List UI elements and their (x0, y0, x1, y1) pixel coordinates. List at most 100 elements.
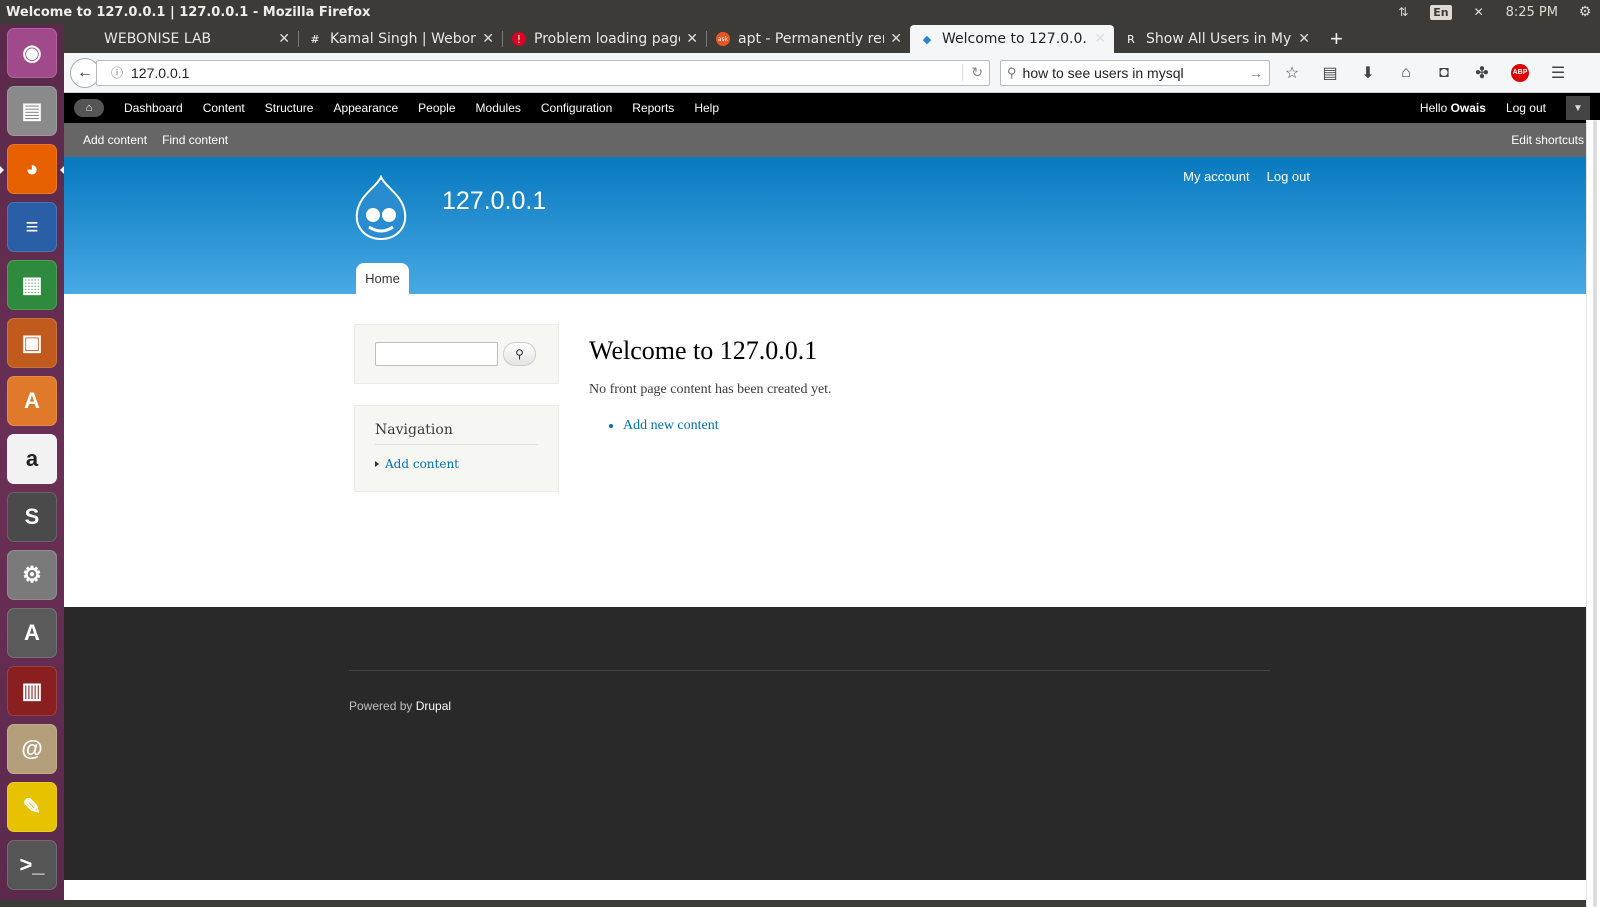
magnifier-icon: ⚲ (515, 347, 524, 361)
footer-divider (349, 670, 1270, 671)
tab-close-icon[interactable]: ✕ (1298, 31, 1310, 47)
browser-tab[interactable]: R Show All Users in MySQ ✕ (1114, 25, 1318, 53)
clock[interactable]: 8:25 PM (1506, 5, 1558, 20)
admin-menu-item[interactable]: Structure (265, 101, 314, 115)
shortcut-find-content[interactable]: Find content (162, 133, 228, 147)
add-new-content-link[interactable]: Add new content (623, 418, 832, 434)
tab-title: Problem loading page (534, 31, 681, 47)
site-info-icon[interactable]: ⓘ (111, 64, 123, 81)
hello-label: Hello (1419, 101, 1451, 115)
my-account-link[interactable]: My account (1183, 169, 1249, 184)
tab-close-icon[interactable]: ✕ (890, 31, 902, 47)
search-go-icon[interactable]: → (1249, 65, 1263, 81)
drupal-link[interactable]: Drupal (416, 699, 451, 713)
tab-title: Show All Users in MySQ (1146, 31, 1292, 47)
header-logout-link[interactable]: Log out (1267, 169, 1310, 184)
launcher-updater-icon[interactable]: A (7, 608, 57, 658)
tab-close-icon[interactable]: ✕ (482, 31, 494, 47)
tab-home[interactable]: Home (356, 263, 409, 294)
shortcuts-toggle-icon[interactable]: ▼ (1566, 96, 1590, 120)
window-title: Welcome to 127.0.0.1 | 127.0.0.1 - Mozil… (6, 4, 371, 20)
drupal-logo-icon[interactable] (351, 175, 411, 241)
edit-shortcuts-link[interactable]: Edit shortcuts (1511, 133, 1584, 147)
tab-close-icon[interactable]: ✕ (278, 31, 290, 47)
launcher-terminal-icon[interactable]: >_ (7, 840, 57, 890)
tab-favicon-icon: ask (716, 32, 730, 46)
settings-icon[interactable]: ⚙ (1576, 4, 1594, 20)
admin-menu-item[interactable]: People (418, 101, 455, 115)
browser-tab[interactable]: ! Problem loading page ✕ (502, 25, 706, 53)
launcher-workspaces-icon[interactable]: ▥ (7, 666, 57, 716)
shortcut-bar: Add content Find content Edit shortcuts (64, 123, 1600, 157)
hello-user: Hello Owais (1420, 101, 1486, 115)
navigation-title: Navigation (375, 422, 538, 445)
tab-close-icon[interactable]: ✕ (1094, 31, 1106, 47)
browser-tab[interactable]: # Kamal Singh | Webonise ✕ (298, 25, 502, 53)
navigation-toolbar: ← ⓘ 127.0.0.1 ↻ ⚲ how to see users in my… (64, 53, 1600, 93)
nav-add-content-label: Add content (385, 457, 459, 471)
launcher-sublime-icon[interactable]: S (7, 492, 57, 542)
content-links: Add new content (623, 418, 832, 434)
admin-logout-link[interactable]: Log out (1506, 101, 1546, 115)
launcher-writer-icon[interactable]: ≡ (7, 202, 57, 252)
tab-favicon-icon: ! (512, 32, 526, 46)
network-icon[interactable]: ⇅ (1394, 5, 1412, 19)
admin-home-icon[interactable]: ⌂ (74, 99, 104, 117)
launcher-firefox-icon[interactable]: ◕ (0, 144, 64, 194)
admin-menu-item[interactable]: Content (203, 101, 245, 115)
new-tab-icon[interactable]: + (1318, 25, 1355, 53)
powered-by: Powered by Drupal (349, 699, 451, 713)
tab-close-icon[interactable]: ✕ (686, 31, 698, 47)
admin-menu-item[interactable]: Reports (632, 101, 674, 115)
tab-title: apt - Permanently remo (738, 31, 884, 47)
admin-menu-item[interactable]: Configuration (541, 101, 612, 115)
reload-icon[interactable]: ↻ (962, 64, 983, 81)
browser-tab[interactable]: ask apt - Permanently remo ✕ (706, 25, 910, 53)
secondary-menu: My account Log out (1183, 169, 1310, 184)
scrollbar[interactable] (1586, 120, 1600, 907)
admin-menu-item[interactable]: Modules (476, 101, 521, 115)
home-icon[interactable]: ⌂ (1390, 59, 1422, 87)
user-name[interactable]: Owais (1451, 101, 1486, 115)
keyboard-layout-indicator[interactable]: En (1430, 4, 1452, 20)
browser-tab[interactable]: WEBONISE LAB ✕ (94, 25, 298, 53)
url-bar[interactable]: ⓘ 127.0.0.1 ↻ (96, 59, 990, 86)
launcher: ◉ ▤ ◕ ≡ ▦ ▣ Aa S ⚙ A ▥ @ ✎ >_ (0, 24, 64, 900)
admin-user-menu: Hello Owais Log out ▼ (1420, 96, 1600, 120)
launcher-debian-pkg-icon[interactable]: @ (7, 724, 57, 774)
downloads-icon[interactable]: ⬇ (1352, 59, 1384, 87)
menu-icon[interactable]: ☰ (1542, 59, 1574, 87)
indicators: ⇅ En ✕ 8:25 PM ⚙ (1394, 4, 1594, 20)
pocket-icon[interactable]: ◘ (1428, 59, 1460, 87)
site-header: 127.0.0.1 My account Log out Home (64, 157, 1600, 294)
launcher-software-center-icon[interactable]: A (7, 376, 57, 426)
volume-muted-icon[interactable]: ✕ (1470, 5, 1488, 19)
navigation-block: Navigation Add content (354, 405, 559, 492)
search-bar[interactable]: ⚲ how to see users in mysql → (1000, 59, 1270, 86)
admin-menu-item[interactable]: Help (694, 101, 719, 115)
site-name[interactable]: 127.0.0.1 (442, 187, 546, 216)
shortcut-add-content[interactable]: Add content (83, 133, 147, 147)
extension-icon[interactable]: ✤ (1466, 59, 1498, 87)
site-search-input[interactable] (375, 342, 498, 366)
bookmarks-menu-icon[interactable]: ▤ (1314, 59, 1346, 87)
launcher-impress-icon[interactable]: ▣ (7, 318, 57, 368)
adblock-icon[interactable]: ABP (1504, 59, 1536, 87)
launcher-amazon-icon[interactable]: a (7, 434, 57, 484)
launcher-ubuntu-dash-icon[interactable]: ◉ (7, 28, 57, 78)
tab-strip: WEBONISE LAB ✕ # Kamal Singh | Webonise ✕! Pr… (64, 24, 1600, 53)
browser-tab[interactable]: ◆ Welcome to 127.0.0.1 | ✕ (910, 25, 1114, 53)
site-search-button[interactable]: ⚲ (503, 342, 536, 366)
launcher-calc-icon[interactable]: ▦ (7, 260, 57, 310)
bookmark-star-icon[interactable]: ☆ (1276, 59, 1308, 87)
admin-menu-item[interactable]: Dashboard (124, 101, 183, 115)
launcher-settings-icon[interactable]: ⚙ (7, 550, 57, 600)
launcher-notes-icon[interactable]: ✎ (7, 782, 57, 832)
tab-favicon-icon: # (310, 32, 320, 46)
scrollbar-thumb[interactable] (1593, 120, 1597, 907)
tab-title: Kamal Singh | Webonise (330, 31, 477, 47)
admin-menu-item[interactable]: Appearance (333, 101, 398, 115)
launcher-files-icon[interactable]: ▤ (7, 86, 57, 136)
search-block: ⚲ (354, 324, 559, 384)
nav-add-content-link[interactable]: Add content (375, 457, 538, 471)
